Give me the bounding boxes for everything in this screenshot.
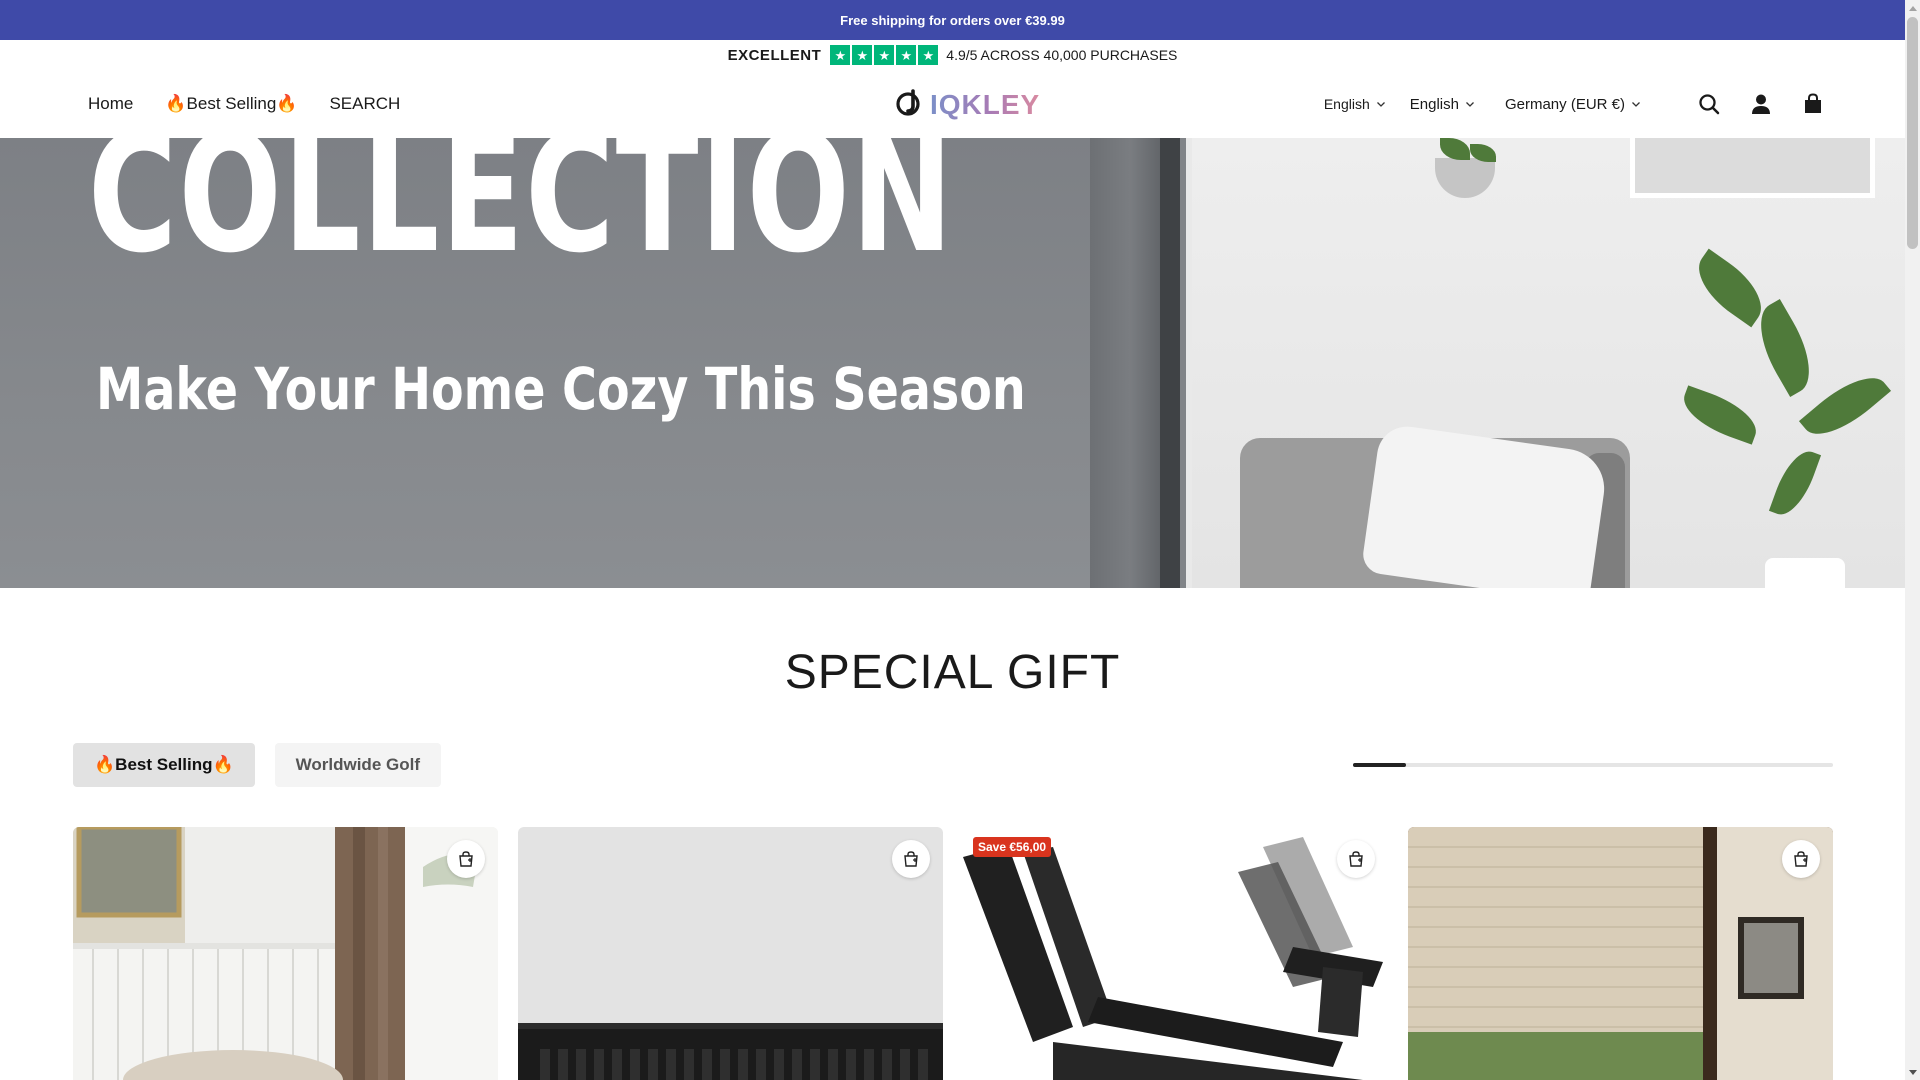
site-logo[interactable]: IQKLEY [894, 88, 1040, 122]
country-selector[interactable]: Germany (EUR €) [1505, 96, 1641, 113]
announcement-bar: Free shipping for orders over €39.99 [0, 0, 1905, 40]
star-icon: ★ [918, 45, 939, 65]
quick-add-button[interactable] [447, 840, 485, 878]
tab-best-selling[interactable]: 🔥Best Selling🔥 [73, 743, 255, 787]
country-selector-label: Germany (EUR €) [1504, 95, 1625, 113]
hero-pillar [1090, 138, 1170, 588]
search-icon[interactable] [1697, 92, 1721, 116]
scroll-up-arrow-icon[interactable] [1905, 0, 1920, 15]
hero-vase [1765, 558, 1845, 588]
star-icon: ★ [852, 45, 873, 65]
quick-add-cart-icon [1349, 851, 1363, 867]
product-card[interactable]: Save €56,00 [963, 827, 1388, 1080]
page-scrollbar[interactable] [1905, 0, 1920, 1080]
trust-rating-text: 4.9/5 ACROSS 40,000 PURCHASES [946, 47, 1178, 63]
scroll-down-arrow-icon[interactable] [1905, 1065, 1920, 1080]
hero-subheading: Make Your Home Cozy This Season [96, 355, 1026, 423]
logo-mark-icon [894, 87, 926, 124]
star-icon: ★ [896, 45, 917, 65]
section-title: SPECIAL GIFT [784, 646, 1121, 699]
product-card[interactable] [73, 827, 498, 1080]
quick-add-cart-icon [904, 851, 918, 867]
language-selector-secondary-label: English [1409, 95, 1459, 113]
product-card[interactable] [518, 827, 943, 1080]
language-selector[interactable]: English [1324, 96, 1386, 112]
language-selector-label: English [1323, 96, 1370, 112]
nav-item-home[interactable]: Home [88, 94, 133, 114]
product-image [963, 827, 1388, 1080]
account-icon[interactable] [1749, 92, 1773, 116]
trust-stars: ★ ★ ★ ★ ★ [830, 45, 939, 65]
tab-worldwide-golf[interactable]: Worldwide Golf [274, 743, 441, 787]
quick-add-cart-icon [1794, 851, 1808, 867]
chevron-down-icon [1632, 102, 1640, 107]
hero-pillar-edge [1160, 138, 1180, 588]
quick-add-button[interactable] [1337, 840, 1375, 878]
site-header: Home 🔥Best Selling🔥 SEARCH IQKLEY Englis… [0, 70, 1905, 138]
product-image [1408, 827, 1833, 1080]
logo-text: IQKLEY [930, 89, 1041, 120]
quick-add-cart-icon [459, 851, 473, 867]
sale-badge: Save €56,00 [973, 837, 1052, 857]
nav-item-best-selling[interactable]: 🔥Best Selling🔥 [165, 94, 297, 114]
product-carousel: Save €56,00 [73, 827, 1833, 1080]
product-image [73, 827, 498, 1080]
cart-icon[interactable] [1801, 92, 1825, 116]
trust-bar[interactable]: EXCELLENT ★ ★ ★ ★ ★ 4.9/5 ACROSS 40,000 … [0, 40, 1905, 70]
quick-add-button[interactable] [892, 840, 930, 878]
carousel-progress-fill [1353, 763, 1406, 767]
trust-label: EXCELLENT [727, 46, 822, 64]
hero-banner[interactable]: COLLECTION Make Your Home Cozy This Seas… [0, 138, 1905, 588]
chevron-down-icon [1376, 102, 1385, 107]
main-nav: Home 🔥Best Selling🔥 SEARCH [88, 70, 400, 138]
chevron-down-icon [1466, 102, 1474, 107]
quick-add-button[interactable] [1782, 840, 1820, 878]
carousel-progress[interactable] [1353, 763, 1833, 767]
star-icon: ★ [830, 45, 851, 65]
announcement-text: Free shipping for orders over €39.99 [840, 12, 1065, 28]
scrollbar-thumb[interactable] [1907, 17, 1918, 249]
product-card[interactable] [1408, 827, 1833, 1080]
hero-heading: COLLECTION [88, 138, 955, 289]
nav-item-search[interactable]: SEARCH [329, 94, 400, 114]
hero-wall-frame [1630, 138, 1875, 198]
collection-tabs: 🔥Best Selling🔥 Worldwide Golf [73, 743, 441, 787]
product-image [518, 827, 943, 1080]
language-selector-secondary[interactable]: English [1410, 96, 1475, 113]
header-utilities: English English Germany (EUR €) [1324, 70, 1825, 138]
star-icon: ★ [874, 45, 895, 65]
